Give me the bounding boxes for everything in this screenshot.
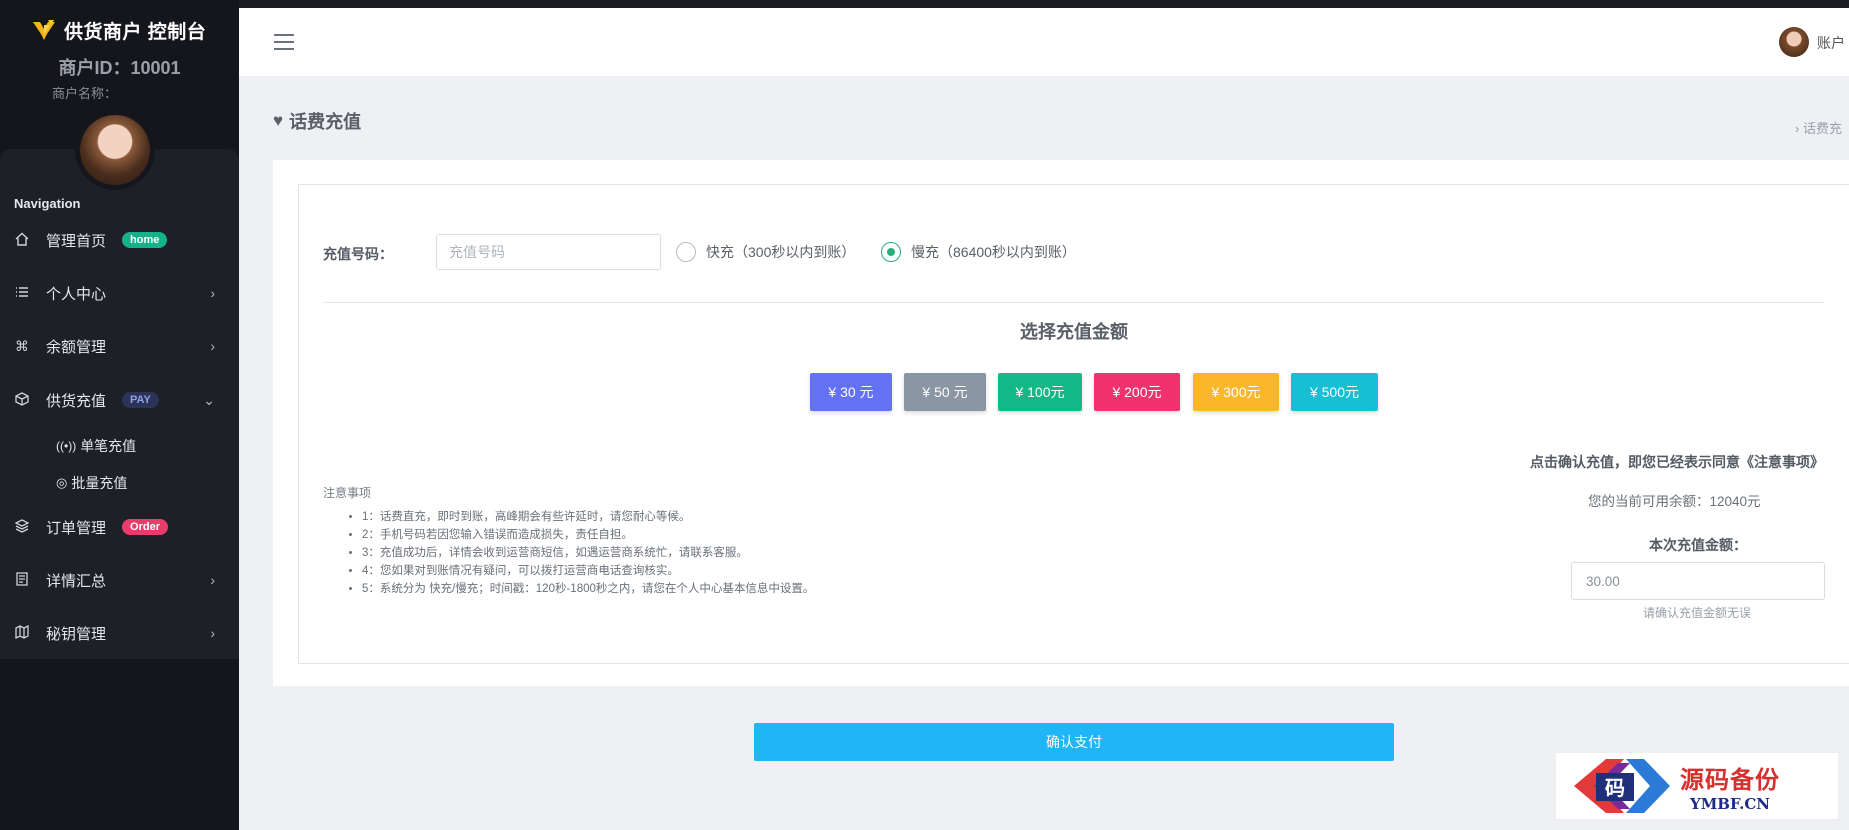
radio-slow-label: 慢充（86400秒以内到账） [911, 244, 1076, 260]
broadcast-icon: ((•)) [56, 439, 77, 453]
note-item: 5：系统分为 快充/慢充；时间戳：120秒-1800秒之内，请您在个人中心基本信… [362, 580, 814, 598]
top-strip [0, 0, 1849, 8]
home-badge: home [122, 232, 168, 248]
sidebar-item-label: 秘钥管理 [46, 625, 107, 643]
radio-fast-label: 快充（300秒以内到账） [706, 244, 856, 260]
page-title: ♥ 话费充值 [273, 108, 361, 134]
agree-text: 点击确认充值，即您已经表示同意《注意事项》 [1530, 454, 1824, 470]
amount-button-100[interactable]: ¥ 100元 [998, 373, 1082, 411]
sidebar-item-label: 管理首页 [46, 232, 107, 250]
brand-title: 供货商户 控制台 [64, 21, 207, 43]
sidebar-item-keys[interactable]: 秘钥管理 › [0, 615, 239, 651]
chevron-right-icon: › [210, 285, 215, 301]
brand[interactable]: 供货商户 控制台 [30, 16, 206, 44]
radio-slow[interactable]: 慢充（86400秒以内到账） [881, 242, 1076, 262]
notes-title: 注意事项 [323, 486, 372, 500]
amount-button-300[interactable]: ¥ 300元 [1193, 373, 1279, 411]
breadcrumb[interactable]: › 话费充 [1795, 118, 1842, 137]
page-title-text: 话费充值 [289, 112, 362, 132]
user-avatar[interactable] [1779, 27, 1809, 57]
amount-hint: 请确认充值金额无误 [1643, 606, 1752, 620]
watermark-cn: 源码备份 [1680, 764, 1780, 794]
radio-slow-circle[interactable] [881, 242, 901, 262]
menu-toggle-icon[interactable] [274, 34, 294, 50]
note-item: 4：您如果对到账情况有疑问，可以拨打运营商电话查询核实。 [362, 562, 814, 580]
amount-title: 选择充值金额 [1020, 322, 1128, 342]
note-item: 2：手机号码若因您输入错误而造成损失，责任自担。 [362, 526, 814, 544]
list-icon [14, 285, 30, 301]
heart-icon: ♥ [273, 111, 284, 130]
user-name[interactable]: 账户 [1817, 33, 1845, 53]
document-icon [14, 571, 30, 589]
chevron-down-icon: ⌄ [203, 391, 215, 408]
watermark-text: 源码备份 YMBF.CN [1680, 760, 1780, 813]
confirm-pay-button[interactable]: 确认支付 [754, 723, 1394, 761]
sidebar-item-personal[interactable]: 个人中心 › [0, 275, 239, 311]
sidebar-item-label: 供货充值 [46, 392, 107, 410]
layers-icon [14, 518, 30, 536]
merchant-name: 商户名称： [52, 86, 118, 101]
sidebar-item-label: 详情汇总 [46, 572, 107, 590]
chevron-right-icon: › [210, 572, 215, 588]
sidebar-subitem-label: 单笔充值 [80, 438, 137, 454]
watermark-en: YMBF.CN [1689, 794, 1770, 813]
radio-fast[interactable]: 快充（300秒以内到账） [676, 242, 855, 262]
phone-label: 充值号码： [323, 246, 393, 262]
radio-fast-circle[interactable] [676, 242, 696, 262]
svg-text:码: 码 [1605, 776, 1625, 800]
amount-button-500[interactable]: ¥ 500元 [1291, 373, 1378, 411]
sidebar-subitem-single-recharge[interactable]: ((•)) 单笔充值 [56, 436, 136, 456]
sidebar-subitem-batch-recharge[interactable]: ◎ 批量充值 [56, 473, 127, 493]
sidebar: 供货商户 控制台 商户ID：10001 商户名称： Navigation 管理首… [0, 0, 239, 830]
sidebar-item-home[interactable]: 管理首页 home [0, 222, 239, 258]
dribbble-icon: ◎ [56, 475, 68, 490]
note-item: 3：充值成功后，详情会收到运营商短信，如遇运营商系统忙，请联系客服。 [362, 544, 814, 562]
amount-button-30[interactable]: ¥ 30 元 [810, 373, 892, 411]
sidebar-item-label: 个人中心 [46, 285, 107, 303]
pay-badge: PAY [122, 392, 159, 408]
top-header: 账户 [239, 8, 1849, 76]
amount-button-200[interactable]: ¥ 200元 [1094, 373, 1180, 411]
amount-input[interactable] [1571, 562, 1825, 600]
sidebar-avatar-frame [75, 110, 155, 190]
box-icon [14, 391, 30, 409]
balance-text: 您的当前可用余额：12040元 [1588, 494, 1761, 509]
divider [323, 302, 1825, 303]
sidebar-item-summary[interactable]: 详情汇总 › [0, 562, 239, 598]
sidebar-subitem-label: 批量充值 [71, 475, 128, 491]
map-icon [14, 624, 30, 642]
sidebar-item-orders[interactable]: 订单管理 Order [0, 509, 239, 545]
note-item: 1：话费直充，即时到账，高峰期会有些许延时，请您耐心等候。 [362, 508, 814, 526]
sidebar-item-supply-recharge[interactable]: 供货充值 PAY ⌄ [0, 382, 239, 418]
notes-list: 1：话费直充，即时到账，高峰期会有些许延时，请您耐心等候。 2：手机号码若因您输… [362, 508, 814, 598]
avatar[interactable] [80, 115, 150, 185]
amount-button-50[interactable]: ¥ 50 元 [904, 373, 986, 411]
phone-input[interactable] [436, 234, 661, 270]
merchant-id: 商户ID：10001 [58, 58, 181, 78]
watermark: 码 源码备份 YMBF.CN [1555, 752, 1839, 820]
brand-logo-icon [33, 20, 55, 40]
amount-label: 本次充值金额： [1649, 537, 1747, 553]
sidebar-item-label: 订单管理 [46, 519, 107, 537]
home-icon [14, 232, 30, 249]
watermark-logo-icon: 码 [1574, 759, 1670, 813]
order-badge: Order [122, 519, 168, 535]
chevron-right-icon: › [210, 625, 215, 641]
nav-title: Navigation [14, 196, 81, 211]
